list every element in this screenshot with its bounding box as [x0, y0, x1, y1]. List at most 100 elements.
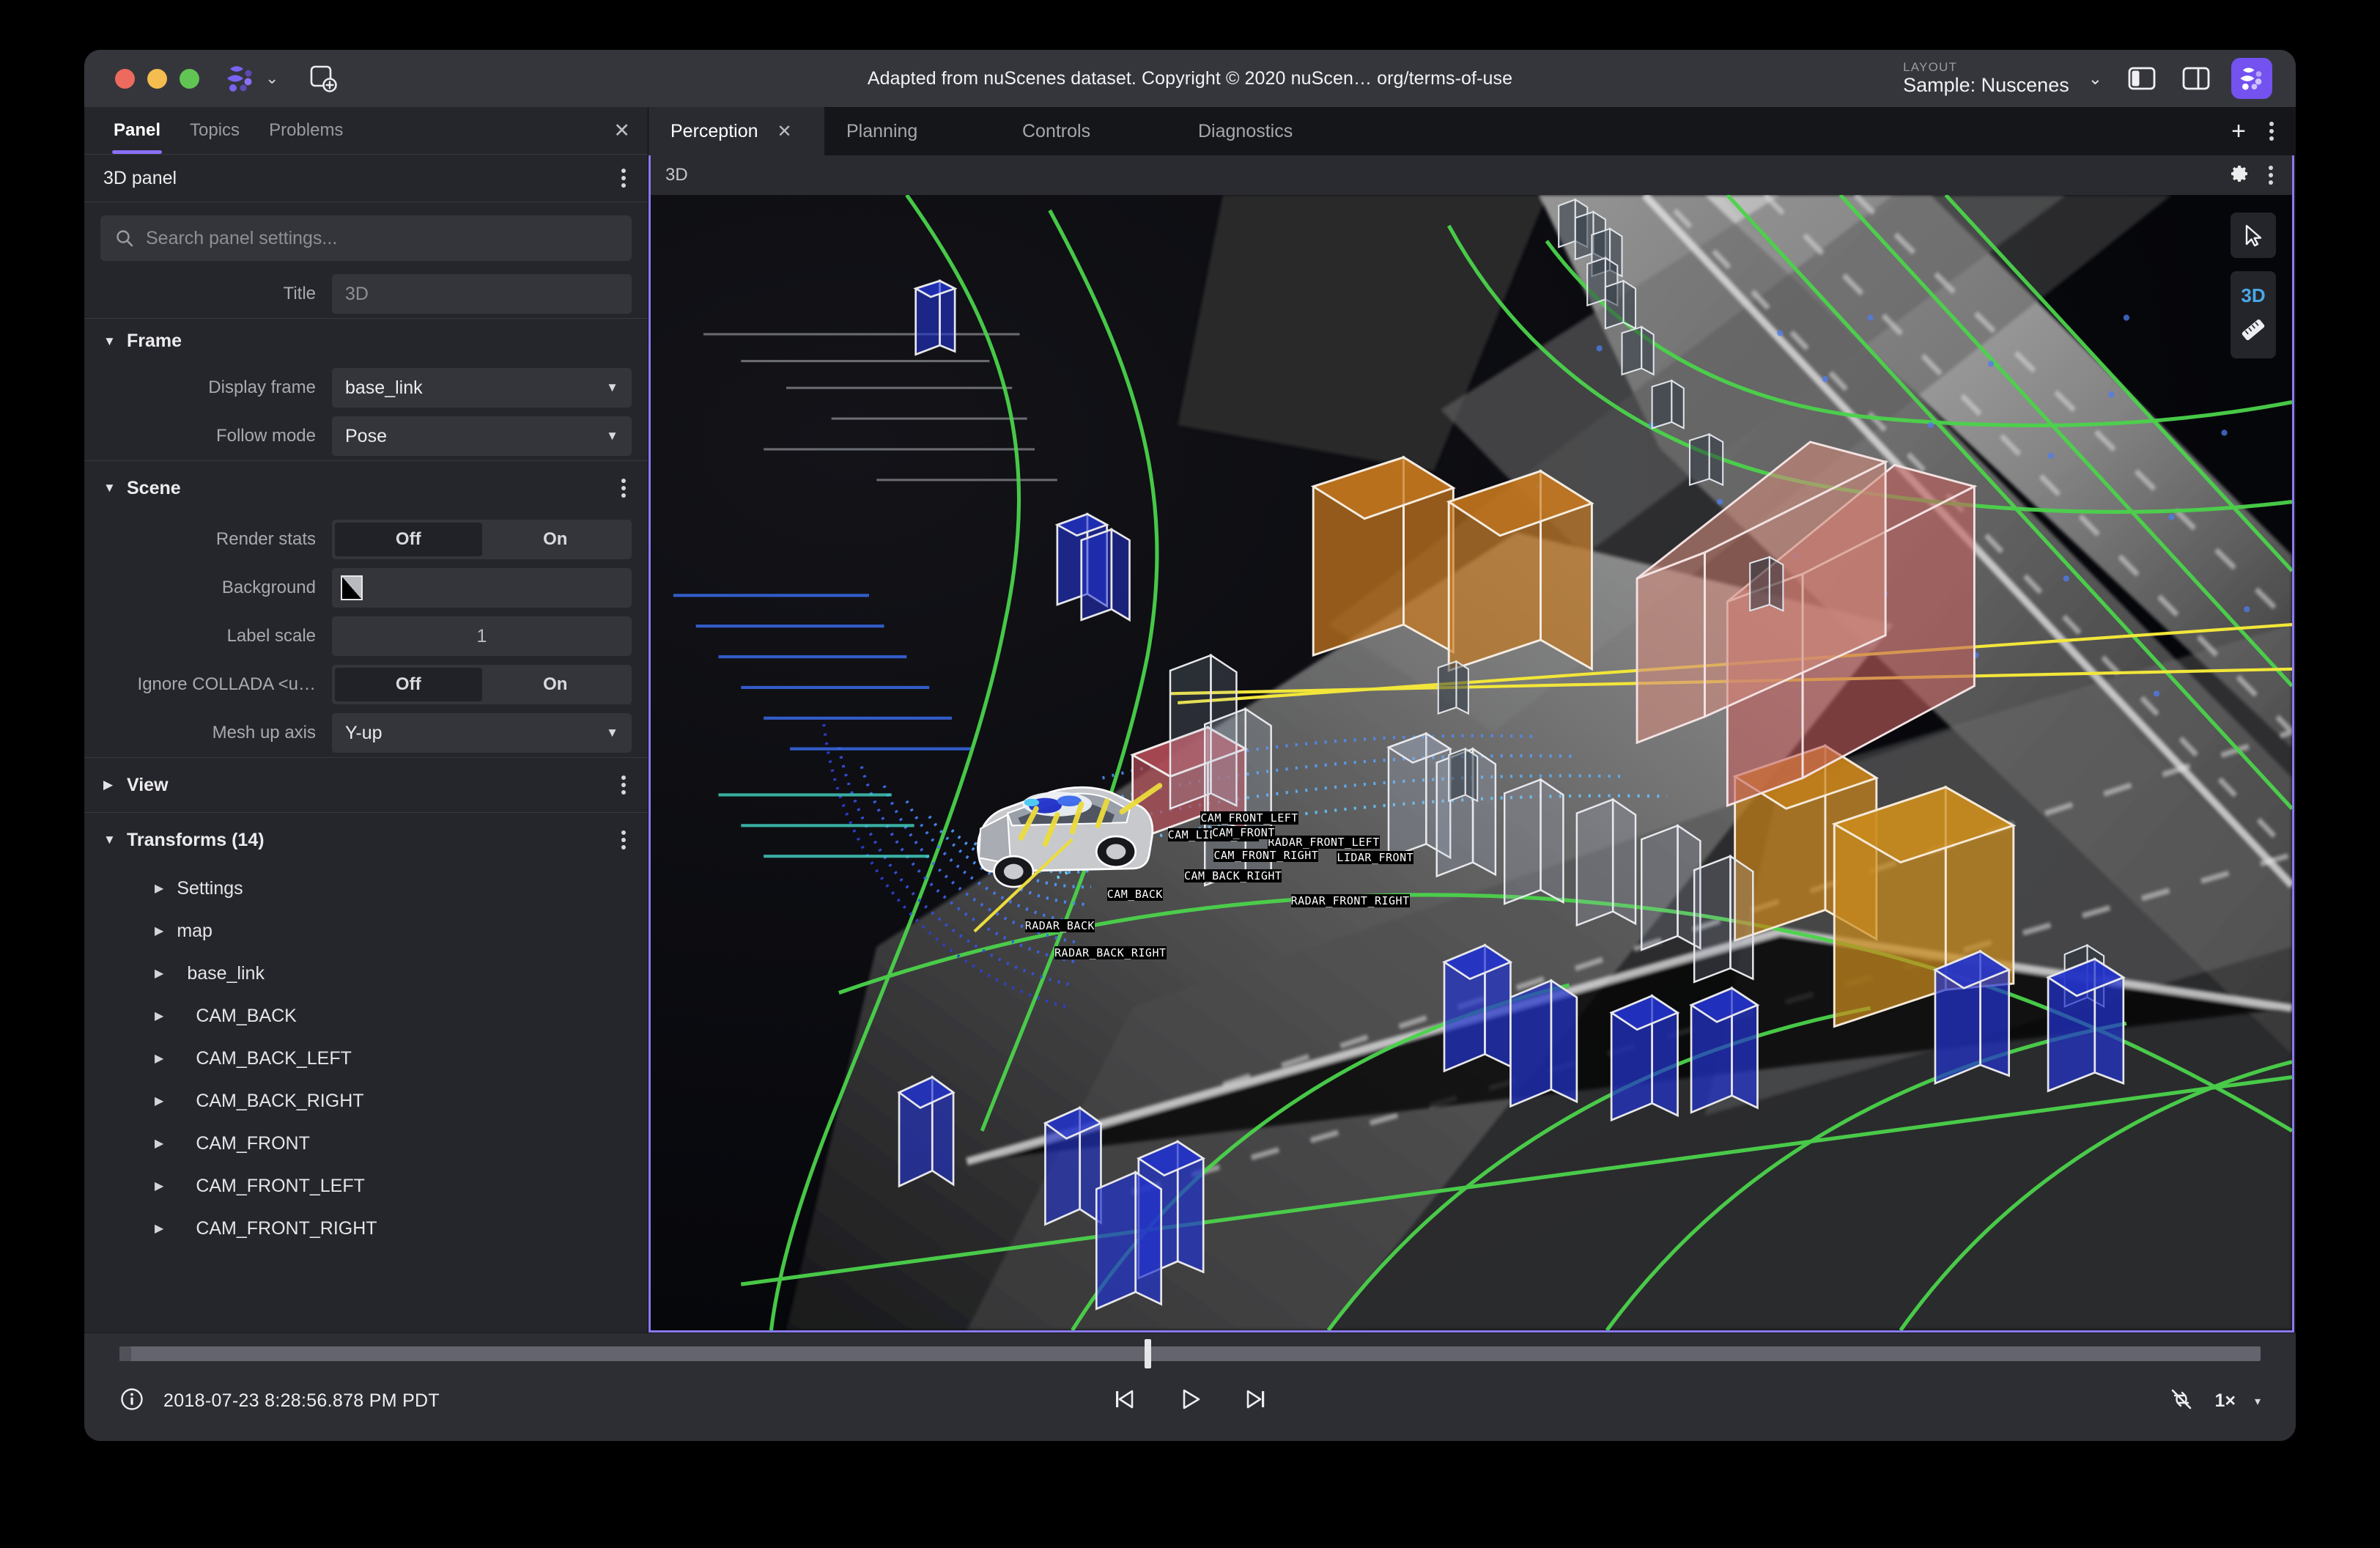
follow-mode-select[interactable]: Pose ▼	[332, 416, 632, 456]
panel-3d-more-icon[interactable]	[2263, 160, 2279, 191]
tool-3d-label: 3D	[2241, 284, 2265, 307]
repeat-off-icon[interactable]	[2168, 1385, 2195, 1417]
foxglove-brand-badge[interactable]	[2231, 58, 2272, 99]
foxglove-logo-icon[interactable]	[224, 62, 256, 95]
tab-perception[interactable]: Perception ✕	[648, 107, 824, 155]
triangle-right-icon: ▶	[155, 1009, 163, 1023]
title-input[interactable]: 3D	[332, 274, 632, 314]
sidebar-tab-problems[interactable]: Problems	[254, 107, 358, 154]
transform-item-cam-back[interactable]: ▶ CAM_BACK	[84, 995, 648, 1037]
field-label-title: Title	[100, 284, 320, 304]
field-row-mesh-up-axis: Mesh up axis Y-up ▼	[84, 709, 648, 757]
close-sidebar-icon[interactable]: ✕	[596, 107, 648, 154]
main-tab-strip: Perception ✕ Planning Controls Diagnosti…	[648, 107, 2296, 155]
scene-tool-strip: 3D	[2231, 213, 2276, 358]
zoom-window-button[interactable]	[180, 69, 199, 89]
timeline-scrubber[interactable]	[119, 1346, 2261, 1361]
playback-timestamp: 2018-07-23 8:28:56.878 PM PDT	[163, 1390, 440, 1412]
seek-start-button[interactable]	[1109, 1385, 1139, 1418]
transform-item-label: CAM_FRONT_RIGHT	[196, 1218, 377, 1239]
measure-tool-button[interactable]: 3D	[2231, 271, 2276, 358]
pointer-tool-button[interactable]	[2231, 213, 2276, 258]
transforms-section-more-icon[interactable]	[616, 825, 632, 855]
sidebar-tab-label: Topics	[190, 120, 240, 141]
playback-speed-value[interactable]: 1×	[2214, 1390, 2236, 1412]
close-tab-icon[interactable]: ✕	[777, 121, 792, 142]
panel-3d-actions	[2229, 160, 2279, 191]
search-row: Search panel settings...	[84, 202, 648, 270]
field-row-ignore-collada: Ignore COLLADA <u… Off On	[84, 660, 648, 709]
transform-item-cam-back-right[interactable]: ▶ CAM_BACK_RIGHT	[84, 1080, 648, 1122]
transform-item-settings[interactable]: ▶ Settings	[84, 867, 648, 910]
playback-bar: 2018-07-23 8:28:56.878 PM PDT	[84, 1333, 2296, 1441]
right-sidebar-toggle-icon[interactable]	[2174, 56, 2218, 100]
3d-scene-viewport[interactable]: CAM_FRONT_LEFT CAM_LIDAR_TOP RADAR_FRONT…	[651, 195, 2292, 1330]
field-label-ignore-collada: Ignore COLLADA <u…	[100, 674, 320, 695]
background-color-picker[interactable]	[332, 568, 632, 608]
ignore-collada-on-option[interactable]: On	[482, 668, 629, 701]
display-frame-select[interactable]: base_link ▼	[332, 368, 632, 408]
tab-label: Diagnostics	[1198, 121, 1293, 142]
main-area: Perception ✕ Planning Controls Diagnosti…	[648, 107, 2296, 1333]
field-label-mesh-up-axis: Mesh up axis	[100, 723, 320, 743]
view-section-more-icon[interactable]	[616, 770, 632, 800]
ignore-collada-off-option[interactable]: Off	[335, 668, 482, 701]
close-window-button[interactable]	[115, 69, 135, 89]
ignore-collada-toggle[interactable]: Off On	[332, 665, 632, 704]
section-header-scene[interactable]: ▼ Scene	[84, 460, 648, 515]
add-panel-icon[interactable]	[308, 63, 339, 94]
triangle-down-icon: ▼	[103, 481, 117, 495]
chevron-down-icon: ▼	[606, 380, 618, 395]
chevron-down-icon[interactable]: ⌄	[265, 70, 278, 86]
field-label-display-frame: Display frame	[100, 377, 320, 398]
triangle-right-icon: ▶	[155, 966, 163, 981]
label-scale-input[interactable]: 1	[332, 616, 632, 656]
render-stats-on-option[interactable]: On	[482, 523, 629, 556]
transform-item-cam-front-right[interactable]: ▶ CAM_FRONT_RIGHT	[84, 1207, 648, 1250]
triangle-right-icon: ▶	[103, 778, 117, 792]
chevron-down-icon[interactable]: ⌄	[2088, 69, 2102, 89]
chevron-down-icon: ▼	[606, 726, 618, 740]
left-sidebar-toggle-icon[interactable]	[2120, 56, 2164, 100]
transform-item-map[interactable]: ▶ map	[84, 910, 648, 952]
play-button[interactable]	[1175, 1385, 1205, 1418]
seek-end-button[interactable]	[1241, 1385, 1271, 1418]
transform-item-label: CAM_BACK	[196, 1006, 297, 1027]
info-icon[interactable]	[119, 1387, 144, 1415]
section-header-view[interactable]: ▶ View	[84, 757, 648, 812]
panel-settings-more-icon[interactable]	[616, 163, 632, 194]
triangle-right-icon: ▶	[155, 1051, 163, 1066]
tab-planning[interactable]: Planning	[824, 107, 1000, 155]
render-stats-toggle[interactable]: Off On	[332, 520, 632, 559]
tabbar-more-icon[interactable]	[2263, 116, 2280, 147]
render-stats-off-option[interactable]: Off	[335, 523, 482, 556]
playback-speed-caret-icon[interactable]: ▾	[2255, 1394, 2261, 1409]
tab-diagnostics[interactable]: Diagnostics	[1176, 107, 1352, 155]
cursor-arrow-icon	[2241, 223, 2266, 248]
field-row-display-frame: Display frame base_link ▼	[84, 364, 648, 412]
search-icon	[115, 229, 134, 248]
sidebar-tab-topics[interactable]: Topics	[175, 107, 254, 154]
sidebar-scroll-area[interactable]: Search panel settings... Title 3D ▼ Fram…	[84, 202, 648, 1333]
search-input[interactable]: Search panel settings...	[100, 215, 632, 261]
add-tab-icon[interactable]: +	[2221, 119, 2256, 144]
section-header-transforms[interactable]: ▼ Transforms (14)	[84, 812, 648, 867]
section-title-transforms: Transforms (14)	[127, 830, 265, 851]
scene-section-more-icon[interactable]	[616, 473, 632, 504]
section-header-frame[interactable]: ▼ Frame	[84, 318, 648, 364]
minimize-window-button[interactable]	[147, 69, 167, 89]
transform-item-cam-front[interactable]: ▶ CAM_FRONT	[84, 1122, 648, 1165]
gear-icon[interactable]	[2229, 163, 2250, 188]
transform-item-label: CAM_BACK_RIGHT	[196, 1091, 363, 1112]
tab-controls[interactable]: Controls	[1000, 107, 1176, 155]
sidebar-tab-panel[interactable]: Panel	[99, 107, 175, 154]
display-frame-value: base_link	[345, 377, 423, 399]
transform-item-cam-back-left[interactable]: ▶ CAM_BACK_LEFT	[84, 1037, 648, 1080]
layout-kicker: LAYOUT	[1903, 60, 2069, 75]
3d-scene-render[interactable]	[651, 195, 2292, 1330]
transform-item-cam-front-left[interactable]: ▶ CAM_FRONT_LEFT	[84, 1165, 648, 1207]
transform-item-base-link[interactable]: ▶ base_link	[84, 952, 648, 995]
mesh-up-axis-select[interactable]: Y-up ▼	[332, 713, 632, 753]
field-label-follow-mode: Follow mode	[100, 426, 320, 446]
layout-selector[interactable]: LAYOUT Sample: Nuscenes ⌄	[1893, 57, 2110, 100]
